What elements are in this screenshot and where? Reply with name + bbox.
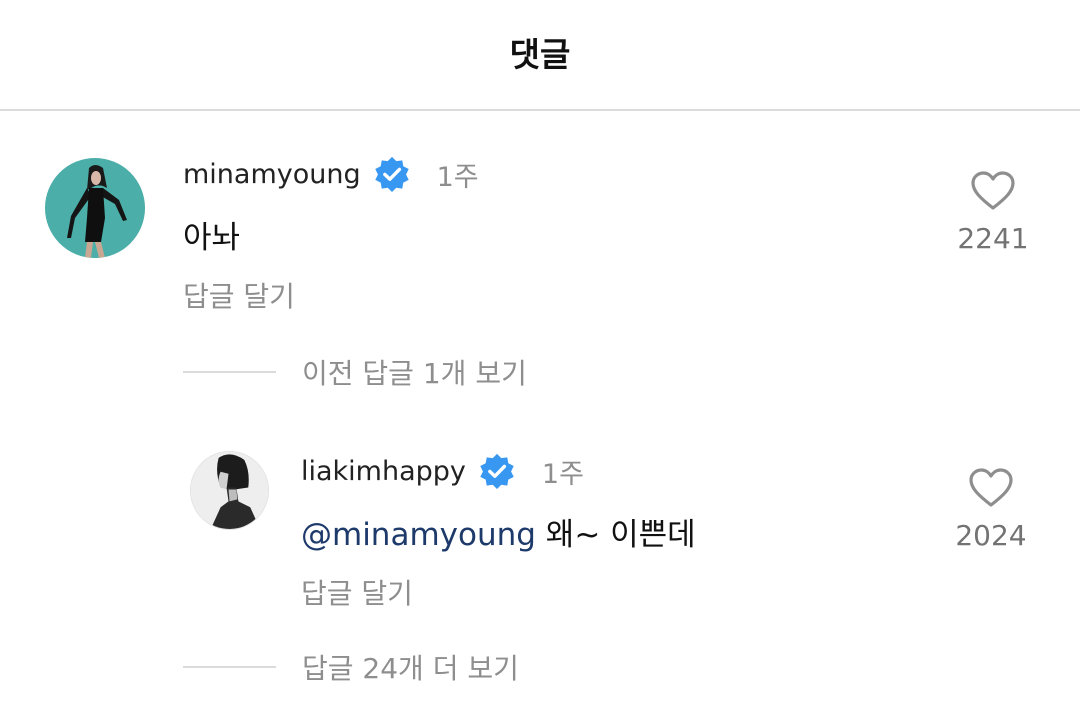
comment-header: minamyoung 1주: [183, 154, 479, 194]
reply-body: 왜~ 이쁜데: [545, 517, 696, 553]
reply-button[interactable]: 답글 달기: [301, 572, 413, 612]
page-title: 댓글: [509, 34, 571, 74]
username-link[interactable]: liakimhappy: [301, 456, 466, 487]
divider-line: [183, 371, 276, 373]
mention-link[interactable]: @minamyoung: [301, 517, 536, 553]
like-control: 2024: [941, 467, 1041, 552]
profile-photo-liakimhappy-icon: [191, 452, 268, 529]
like-control: 2241: [943, 170, 1043, 255]
divider-line: [183, 666, 276, 668]
heart-icon[interactable]: [970, 170, 1016, 212]
verified-badge-icon: [480, 453, 514, 490]
view-more-replies[interactable]: 답글 24개 더 보기: [183, 647, 519, 687]
profile-photo-minamyoung-icon: [45, 158, 145, 258]
reply-timestamp: 1주: [541, 458, 584, 490]
view-more-replies-label: 답글 24개 더 보기: [302, 652, 519, 685]
like-count: 2241: [957, 222, 1029, 255]
reply-button[interactable]: 답글 달기: [183, 275, 295, 315]
reply-text: @minamyoung 왜~ 이쁜데: [301, 509, 696, 554]
comment-timestamp: 1주: [436, 161, 479, 193]
like-count: 2024: [955, 519, 1027, 552]
avatar[interactable]: [45, 158, 145, 258]
comment-text: 아놔: [183, 220, 241, 256]
view-previous-replies-label: 이전 답글 1개 보기: [302, 357, 527, 390]
username-link[interactable]: minamyoung: [183, 159, 361, 190]
verified-badge-icon: [374, 156, 409, 193]
view-previous-replies[interactable]: 이전 답글 1개 보기: [183, 352, 527, 392]
heart-icon[interactable]: [968, 467, 1014, 509]
reply-header: liakimhappy 1주: [301, 451, 584, 491]
avatar[interactable]: [190, 451, 269, 530]
comments-header: 댓글: [0, 0, 1080, 111]
